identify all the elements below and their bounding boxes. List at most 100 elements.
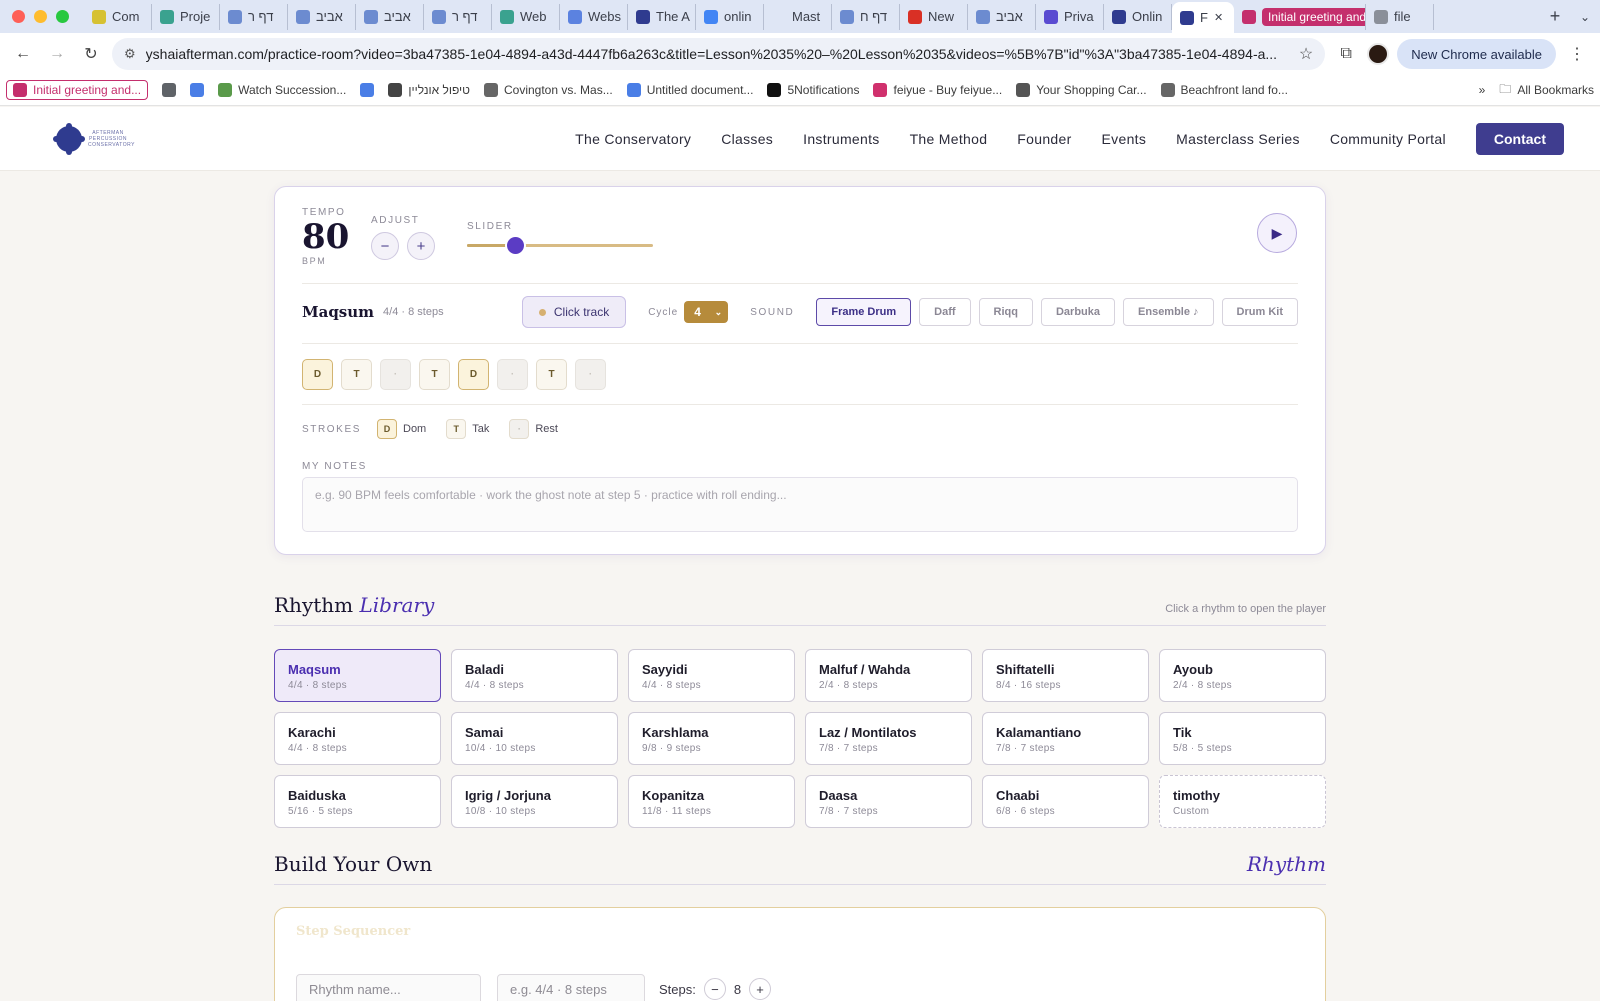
- browser-tab[interactable]: Proje: [152, 3, 220, 30]
- browser-tab[interactable]: Webs: [560, 3, 628, 30]
- browser-tab[interactable]: F ✕: [1172, 2, 1234, 33]
- tempo-decrease-button[interactable]: −: [371, 232, 399, 260]
- close-window-button[interactable]: [12, 10, 25, 23]
- rhythm-card[interactable]: Samai 10/4 · 10 steps: [451, 712, 618, 765]
- rhythm-card[interactable]: Baladi 4/4 · 8 steps: [451, 649, 618, 702]
- bookmark-item[interactable]: Your Shopping Car...: [1016, 83, 1147, 97]
- browser-tab[interactable]: New: [900, 3, 968, 30]
- browser-tab[interactable]: אביב: [356, 3, 424, 30]
- rhythm-card[interactable]: Baiduska 5/16 · 5 steps: [274, 775, 441, 828]
- nav-link[interactable]: Events: [1102, 131, 1147, 147]
- rhythm-card[interactable]: timothy Custom: [1159, 775, 1326, 828]
- new-tab-button[interactable]: +: [1540, 6, 1570, 27]
- chrome-update-button[interactable]: New Chrome available: [1397, 39, 1556, 69]
- rhythm-card[interactable]: Laz / Montilatos 7/8 · 7 steps: [805, 712, 972, 765]
- rhythm-card[interactable]: Malfuf / Wahda 2/4 · 8 steps: [805, 649, 972, 702]
- rhythm-card[interactable]: Sayyidi 4/4 · 8 steps: [628, 649, 795, 702]
- bookmark-item[interactable]: Untitled document...: [626, 83, 753, 97]
- step-cell[interactable]: T: [341, 359, 372, 390]
- rhythm-card[interactable]: Daasa 7/8 · 7 steps: [805, 775, 972, 828]
- bookmark-item[interactable]: [162, 83, 177, 97]
- browser-tab[interactable]: אביב: [288, 3, 356, 30]
- bookmark-item[interactable]: Initial greeting and...: [6, 80, 149, 100]
- browser-tab[interactable]: The A: [628, 3, 696, 30]
- notes-textarea[interactable]: e.g. 90 BPM feels comfortable · work the…: [302, 477, 1298, 532]
- step-cell[interactable]: T: [536, 359, 567, 390]
- site-logo[interactable]: AFTERMAN PERCUSSION CONSERVATORY: [53, 125, 134, 152]
- nav-link[interactable]: Founder: [1017, 131, 1071, 147]
- browser-tab[interactable]: אביב: [968, 3, 1036, 30]
- nav-link[interactable]: Masterclass Series: [1176, 131, 1300, 147]
- rhythm-name-input[interactable]: Rhythm name...: [296, 974, 481, 1001]
- rhythm-card[interactable]: Maqsum 4/4 · 8 steps: [274, 649, 441, 702]
- site-info-icon[interactable]: ⚙: [124, 46, 136, 62]
- all-bookmarks[interactable]: 🗀 All Bookmarks: [1499, 80, 1594, 101]
- browser-tab[interactable]: onlin: [696, 3, 764, 30]
- sound-option-button[interactable]: Ensemble ♪: [1123, 298, 1214, 326]
- browser-tab[interactable]: Mast: [764, 3, 832, 30]
- bookmark-item[interactable]: 5Notifications: [767, 83, 859, 97]
- chrome-menu-icon[interactable]: ⋮: [1564, 41, 1590, 67]
- bookmark-star-icon[interactable]: ☆: [1299, 44, 1313, 64]
- step-cell[interactable]: D: [458, 359, 489, 390]
- sound-option-button[interactable]: Daff: [919, 298, 971, 326]
- sound-option-button[interactable]: Frame Drum: [816, 298, 912, 326]
- step-cell[interactable]: ·: [497, 359, 528, 390]
- tempo-increase-button[interactable]: +: [407, 232, 435, 260]
- sound-option-button[interactable]: Drum Kit: [1221, 298, 1298, 326]
- rhythm-card[interactable]: Ayoub 2/4 · 8 steps: [1159, 649, 1326, 702]
- step-cell[interactable]: D: [302, 359, 333, 390]
- cycle-select[interactable]: 4 ⌄: [684, 301, 729, 323]
- browser-tab[interactable]: file: [1366, 3, 1434, 30]
- tab-search-chevron-icon[interactable]: ⌄: [1570, 10, 1600, 24]
- rhythm-card[interactable]: Kalamantiano 7/8 · 7 steps: [982, 712, 1149, 765]
- browser-tab[interactable]: Priva: [1036, 3, 1104, 30]
- maximize-window-button[interactable]: [56, 10, 69, 23]
- bookmark-item[interactable]: Covington vs. Mas...: [483, 83, 613, 97]
- rhythm-card[interactable]: Kopanitza 11/8 · 11 steps: [628, 775, 795, 828]
- nav-link[interactable]: Instruments: [803, 131, 879, 147]
- profile-avatar[interactable]: [1367, 43, 1390, 65]
- slider-thumb[interactable]: [507, 237, 525, 254]
- steps-increase-button[interactable]: +: [749, 978, 772, 1000]
- browser-tab[interactable]: דף ר: [220, 3, 288, 30]
- back-arrow-icon[interactable]: ←: [10, 41, 36, 67]
- play-button[interactable]: ▶: [1257, 213, 1297, 253]
- browser-tab[interactable]: Initial greeting and: [1234, 3, 1366, 30]
- tempo-slider[interactable]: [467, 237, 653, 254]
- extensions-icon[interactable]: ⧉: [1333, 41, 1359, 67]
- rhythm-card[interactable]: Karshlama 9/8 · 9 steps: [628, 712, 795, 765]
- browser-tab[interactable]: Web: [492, 3, 560, 30]
- step-cell[interactable]: T: [419, 359, 450, 390]
- url-text[interactable]: yshaiafterman.com/practice-room?video=3b…: [146, 46, 1289, 62]
- nav-link[interactable]: The Method: [910, 131, 988, 147]
- bookmark-item[interactable]: [360, 83, 375, 97]
- more-bookmarks-icon[interactable]: »: [1479, 83, 1486, 97]
- steps-decrease-button[interactable]: −: [703, 978, 726, 1000]
- reload-icon[interactable]: ↻: [78, 41, 104, 67]
- sound-option-button[interactable]: Darbuka: [1040, 298, 1116, 326]
- nav-link[interactable]: Community Portal: [1330, 131, 1446, 147]
- rhythm-card[interactable]: Tik 5/8 · 5 steps: [1159, 712, 1326, 765]
- minimize-window-button[interactable]: [34, 10, 47, 23]
- browser-tab[interactable]: דף ח: [832, 3, 900, 30]
- bookmark-item[interactable]: [190, 83, 205, 97]
- bookmark-item[interactable]: Beachfront land fo...: [1160, 83, 1288, 97]
- meter-input[interactable]: e.g. 4/4 · 8 steps: [497, 974, 645, 1001]
- browser-tab[interactable]: Com: [84, 3, 152, 30]
- browser-tab[interactable]: דף ר: [424, 3, 492, 30]
- nav-link[interactable]: Classes: [721, 131, 773, 147]
- bookmark-item[interactable]: טיפול אונליין: [388, 83, 470, 97]
- nav-link[interactable]: The Conservatory: [575, 131, 691, 147]
- contact-button[interactable]: Contact: [1475, 122, 1564, 155]
- bookmark-item[interactable]: Watch Succession...: [218, 83, 346, 97]
- rhythm-card[interactable]: Chaabi 6/8 · 6 steps: [982, 775, 1149, 828]
- sound-option-button[interactable]: Riqq: [978, 298, 1033, 326]
- address-bar[interactable]: ⚙ yshaiafterman.com/practice-room?video=…: [112, 38, 1326, 70]
- rhythm-card[interactable]: Igrig / Jorjuna 10/8 · 10 steps: [451, 775, 618, 828]
- rhythm-card[interactable]: Karachi 4/4 · 8 steps: [274, 712, 441, 765]
- step-cell[interactable]: ·: [575, 359, 606, 390]
- forward-arrow-icon[interactable]: →: [44, 41, 70, 67]
- rhythm-card[interactable]: Shiftatelli 8/4 · 16 steps: [982, 649, 1149, 702]
- close-tab-icon[interactable]: ✕: [1214, 11, 1223, 24]
